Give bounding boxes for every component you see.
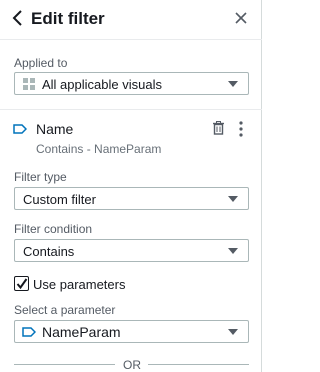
caret-down-icon: [228, 248, 238, 254]
trash-icon[interactable]: [212, 121, 225, 135]
filter-condition-select[interactable]: Contains: [14, 239, 249, 262]
kebab-menu-icon[interactable]: [238, 121, 244, 137]
parameter-tag-icon: [22, 327, 36, 337]
or-divider: OR: [0, 356, 262, 372]
caret-down-icon: [228, 196, 238, 202]
applied-to-section: Applied to All applicable visuals: [0, 40, 262, 110]
filter-type-select[interactable]: Custom filter: [14, 187, 249, 210]
close-icon[interactable]: [233, 10, 249, 26]
applied-to-value: All applicable visuals: [42, 77, 162, 92]
use-parameters-checkbox[interactable]: [14, 276, 29, 291]
dimension-tag-icon: [13, 124, 27, 134]
parameter-select[interactable]: NameParam: [14, 320, 249, 343]
filter-type-value: Custom filter: [23, 192, 96, 207]
panel-header: Edit filter: [0, 0, 262, 40]
divider-line: [148, 364, 249, 365]
divider-line: [14, 364, 115, 365]
checkmark-icon: [16, 278, 28, 290]
filter-condition-value: Contains: [23, 244, 75, 259]
filter-condition-label: Filter condition: [14, 222, 93, 236]
select-parameter-label: Select a parameter: [14, 303, 116, 317]
grid-icon: [23, 78, 35, 90]
panel-title: Edit filter: [31, 9, 105, 28]
or-divider-text: OR: [123, 358, 141, 372]
chevron-left-icon[interactable]: [11, 8, 25, 28]
filter-summary: Contains - NameParam: [36, 142, 162, 156]
caret-down-icon: [228, 329, 238, 335]
filter-type-label: Filter type: [14, 170, 67, 184]
parameter-value: NameParam: [42, 324, 121, 340]
filter-field-name[interactable]: Name: [36, 121, 73, 137]
edit-filter-panel: Edit filter Applied to All applicable vi…: [0, 0, 262, 372]
applied-to-label: Applied to: [14, 56, 68, 70]
use-parameters-label[interactable]: Use parameters: [33, 277, 125, 292]
caret-down-icon: [228, 81, 238, 87]
applied-to-select[interactable]: All applicable visuals: [14, 72, 249, 95]
